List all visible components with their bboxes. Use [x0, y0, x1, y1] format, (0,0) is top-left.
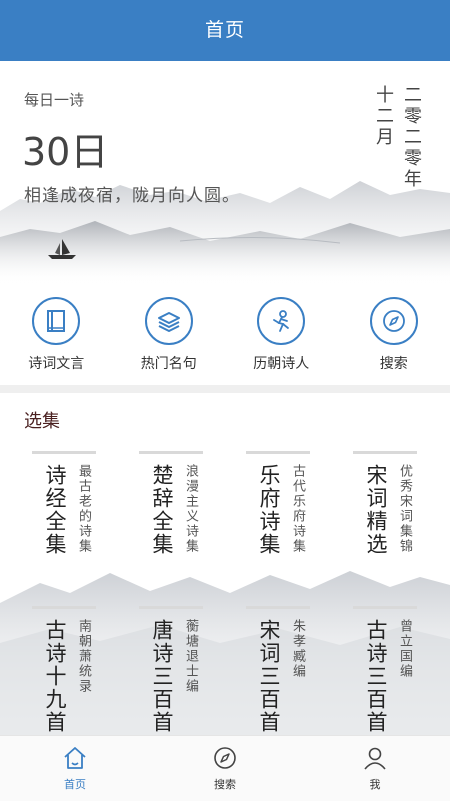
collection-section: 选集 诗经全集 最古老的诗集 楚辞全集 浪漫主义诗集 乐府诗集 古代乐府诗集 宋…	[0, 393, 450, 735]
collection-card-subtitle: 南朝萧统录	[74, 619, 93, 694]
poet-icon	[257, 297, 305, 345]
tab-me[interactable]: 我	[300, 736, 450, 801]
collection-card-subtitle: 曾立国编	[395, 619, 414, 679]
daily-year: 二零二零年	[398, 85, 424, 190]
quick-action-search[interactable]: 搜索	[338, 285, 450, 385]
collection-card-title: 古诗三百首	[361, 619, 391, 734]
collection-card-yuefu[interactable]: 乐府诗集 古代乐府诗集	[246, 451, 310, 594]
collection-card-title: 宋词精选	[361, 464, 391, 556]
collection-card-title: 楚辞全集	[147, 464, 177, 556]
daily-poem-label: 每日一诗	[24, 89, 84, 110]
collection-card-songci300[interactable]: 宋词三百首 朱孝臧编	[246, 606, 310, 735]
daily-date: 30日	[22, 121, 108, 176]
collection-card-gushi300[interactable]: 古诗三百首 曾立国编	[353, 606, 417, 735]
collection-card-title: 古诗十九首	[40, 619, 70, 734]
collection-card-chuci[interactable]: 楚辞全集 浪漫主义诗集	[139, 451, 203, 594]
collection-card-songci[interactable]: 宋词精选 优秀宋词集锦	[353, 451, 417, 594]
collection-card-subtitle: 浪漫主义诗集	[181, 464, 200, 554]
daily-poem-text: 相逢成夜宿，陇月向人圆。	[24, 181, 240, 206]
tab-home[interactable]: 首页	[0, 736, 150, 801]
quick-action-label: 历朝诗人	[253, 353, 309, 373]
collection-card-shijing[interactable]: 诗经全集 最古老的诗集	[32, 451, 96, 594]
collection-card-title: 乐府诗集	[254, 464, 284, 556]
collection-card-subtitle: 古代乐府诗集	[288, 464, 307, 554]
quick-action-label: 诗词文言	[28, 353, 84, 373]
collection-card-subtitle: 蘅塘退士编	[181, 619, 200, 694]
page-title: 首页	[0, 0, 450, 61]
tab-label: 我	[370, 776, 381, 792]
tab-search[interactable]: 搜索	[150, 736, 300, 801]
layers-icon	[145, 297, 193, 345]
app-header: 首页	[0, 0, 450, 61]
tab-label: 首页	[64, 776, 86, 792]
quick-action-label: 搜索	[380, 353, 408, 373]
collection-card-subtitle: 优秀宋词集锦	[395, 464, 414, 554]
bottom-tab-bar: 首页 搜索 我	[0, 735, 450, 801]
collection-card-subtitle: 朱孝臧编	[288, 619, 307, 679]
quick-action-famous-lines[interactable]: 热门名句	[113, 285, 226, 385]
compass-icon	[212, 745, 238, 771]
quick-actions: 诗词文言 热门名句 历朝诗人 搜索	[0, 285, 450, 385]
person-icon	[362, 745, 388, 771]
collection-card-title: 宋词三百首	[254, 619, 284, 734]
home-icon	[62, 745, 88, 771]
collection-card-subtitle: 最古老的诗集	[74, 464, 93, 554]
daily-month: 十二月	[370, 85, 396, 148]
collection-title: 选集	[24, 407, 60, 433]
book-icon	[32, 297, 80, 345]
collection-card-title: 唐诗三百首	[147, 619, 177, 734]
quick-action-poetry[interactable]: 诗词文言	[0, 285, 113, 385]
tab-label: 搜索	[214, 776, 236, 792]
collection-card-tangshi300[interactable]: 唐诗三百首 蘅塘退士编	[139, 606, 203, 735]
quick-action-label: 热门名句	[141, 353, 197, 373]
daily-poem-banner[interactable]: 每日一诗 30日 相逢成夜宿，陇月向人圆。 二零二零年 十二月	[0, 61, 450, 285]
section-divider	[0, 385, 450, 393]
collection-card-title: 诗经全集	[40, 464, 70, 556]
collection-card-gushi19[interactable]: 古诗十九首 南朝萧统录	[32, 606, 96, 735]
compass-icon	[370, 297, 418, 345]
quick-action-poets[interactable]: 历朝诗人	[225, 285, 338, 385]
